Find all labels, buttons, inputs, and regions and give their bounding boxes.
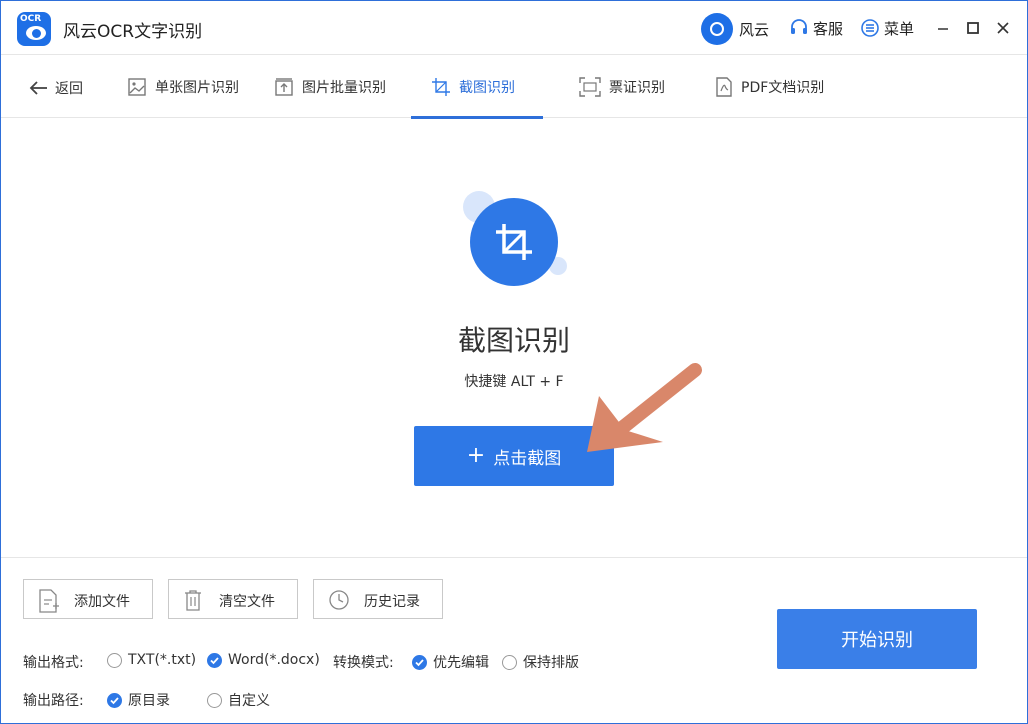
app-title: 风云OCR文字识别 [63, 22, 203, 42]
clear-files-button[interactable]: 清空文件 [168, 579, 298, 619]
pdf-icon [716, 77, 732, 97]
tab-batch-image[interactable]: 图片批量识别 [274, 56, 386, 118]
tab-ticket[interactable]: 票证识别 [579, 56, 665, 118]
title-bar: OCR 风云OCR文字识别 风云 客服 菜单 [1, 1, 1027, 55]
back-label: 返回 [55, 81, 83, 97]
shortcut-hint: 快捷键 ALT + F [464, 374, 564, 390]
headset-icon [791, 19, 807, 34]
path-custom-label: 自定义 [228, 693, 270, 709]
scan-icon [579, 77, 601, 97]
image-icon [128, 78, 146, 96]
app-logo: OCR [17, 12, 51, 46]
back-button[interactable]: 返回 [29, 78, 83, 98]
format-word-label: Word(*.docx) [228, 652, 320, 668]
trash-icon [185, 590, 201, 611]
output-path-label: 输出路径: [23, 693, 84, 709]
minimize-button[interactable] [934, 19, 952, 37]
path-custom-radio[interactable]: 自定义 [207, 690, 270, 710]
radio-unchecked-icon [502, 654, 517, 670]
format-word-radio[interactable]: Word(*.docx) [207, 652, 320, 668]
eye-pupil [32, 29, 41, 38]
page-title: 截图识别 [457, 324, 570, 357]
tab-pdf[interactable]: PDF文档识别 [715, 56, 824, 118]
mode-edit-label: 优先编辑 [433, 655, 489, 671]
maximize-icon [967, 22, 979, 34]
capture-button-label: 点击截图 [493, 448, 562, 469]
customer-service-button[interactable]: 客服 [789, 17, 843, 39]
tab-label: 单张图片识别 [155, 80, 239, 96]
close-icon [997, 22, 1009, 34]
radio-unchecked-icon [207, 692, 222, 708]
mode-layout-radio[interactable]: 保持排版 [502, 652, 579, 672]
mode-edit-radio[interactable]: 优先编辑 [412, 652, 489, 672]
crop-icon [432, 78, 450, 96]
close-button[interactable] [994, 19, 1012, 37]
history-label: 历史记录 [364, 594, 420, 610]
nav-bar: 返回 单张图片识别 图片批量识别 截图识别 票证识别 PDF文档识别 [1, 56, 1027, 119]
arrow-left-icon [29, 81, 47, 95]
conversion-mode-label: 转换模式: [333, 655, 394, 671]
upload-icon [275, 78, 293, 96]
clear-files-label: 清空文件 [219, 594, 275, 610]
menu-button[interactable]: 菜单 [860, 17, 914, 39]
menu-icon [861, 19, 879, 37]
history-button[interactable]: 历史记录 [313, 579, 443, 619]
radio-checked-icon [412, 654, 427, 670]
tab-screenshot[interactable]: 截图识别 [411, 56, 543, 119]
minimize-icon [938, 28, 948, 30]
crop-icon [496, 224, 532, 260]
path-original-label: 原目录 [128, 693, 170, 709]
maximize-button[interactable] [964, 19, 982, 37]
plus-icon: + [466, 443, 486, 468]
customer-service-label: 客服 [813, 19, 844, 38]
add-file-label: 添加文件 [74, 594, 130, 610]
add-file-icon [39, 589, 59, 613]
tab-label: 票证识别 [609, 80, 665, 96]
app-logo-text: OCR [20, 14, 42, 24]
pointer-arrow [587, 363, 702, 452]
mode-layout-label: 保持排版 [523, 655, 579, 671]
user-name[interactable]: 风云 [739, 19, 769, 40]
path-original-radio[interactable]: 原目录 [107, 690, 170, 710]
screenshot-hero-icon [470, 198, 558, 286]
user-avatar-icon[interactable] [701, 13, 733, 45]
bottom-panel: 添加文件 清空文件 历史记录 开始识别 输出格式: TXT(*.txt) Wor… [1, 557, 1027, 723]
format-txt-label: TXT(*.txt) [128, 652, 197, 668]
radio-unchecked-icon [107, 652, 122, 668]
add-file-button[interactable]: 添加文件 [23, 579, 153, 619]
tab-single-image[interactable]: 单张图片识别 [127, 56, 239, 118]
format-txt-radio[interactable]: TXT(*.txt) [107, 652, 196, 668]
app-window: OCR 风云OCR文字识别 风云 客服 菜单 返回 单张图片识别 图片批量识别 … [0, 0, 1028, 724]
tab-label: 图片批量识别 [302, 80, 386, 96]
menu-label: 菜单 [884, 19, 915, 38]
clock-icon [329, 590, 349, 610]
radio-checked-icon [207, 652, 222, 668]
start-recognition-button[interactable]: 开始识别 [777, 609, 977, 669]
tab-label: 截图识别 [459, 80, 515, 96]
tab-label: PDF文档识别 [741, 80, 825, 96]
radio-checked-icon [107, 692, 122, 708]
output-format-label: 输出格式: [23, 655, 84, 671]
